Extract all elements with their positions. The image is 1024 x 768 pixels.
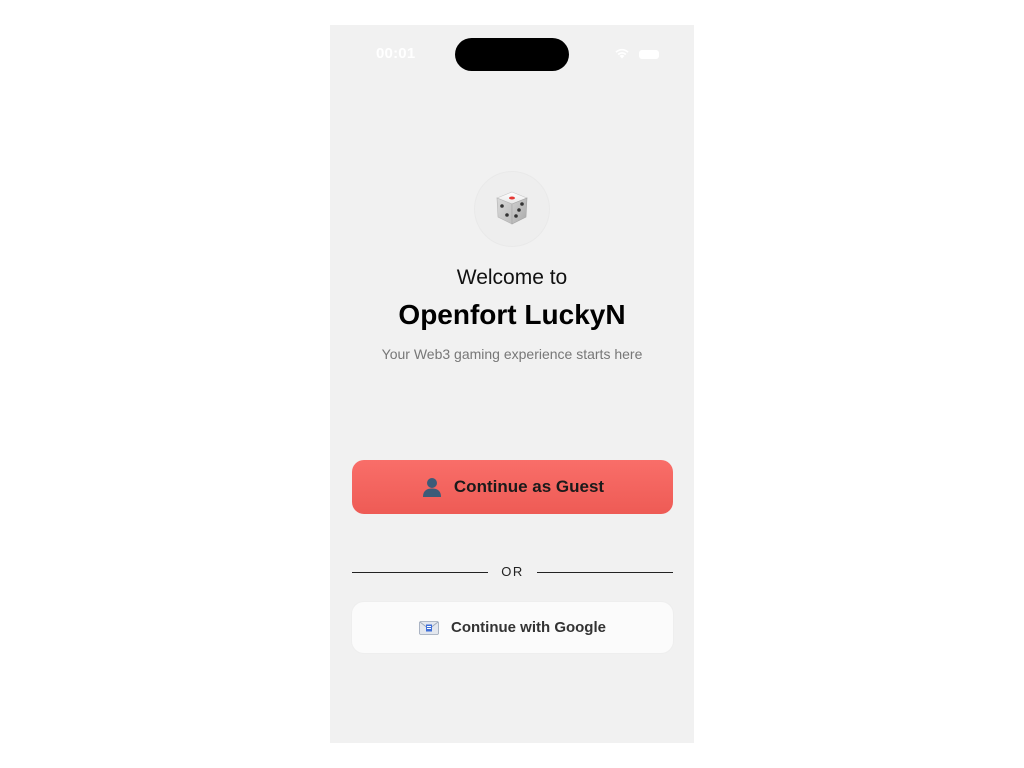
wifi-icon [615,48,629,59]
continue-as-guest-button[interactable]: Continue as Guest [352,460,673,514]
continue-with-google-button[interactable]: Continue with Google [352,602,673,653]
divider-line-right [537,572,673,573]
app-logo [475,172,549,246]
app-screen: 00:01 Welcome to Openfort LuckyN Your We… [330,25,694,743]
person-silhouette-icon [422,478,441,497]
battery-icon [639,50,659,59]
dynamic-island [455,38,569,71]
welcome-text: Welcome to [456,266,568,289]
app-title: Openfort LuckyN [398,299,626,330]
continue-as-guest-label: Continue as Guest [453,477,605,496]
dice-icon [496,191,528,225]
subtitle: Your Web3 gaming experience starts here [381,346,643,362]
status-time: 00:01 [376,45,416,62]
envelope-icon [419,620,439,635]
continue-with-google-label: Continue with Google [451,619,606,636]
status-bar: 00:01 [330,25,694,85]
or-divider: OR [352,563,673,581]
